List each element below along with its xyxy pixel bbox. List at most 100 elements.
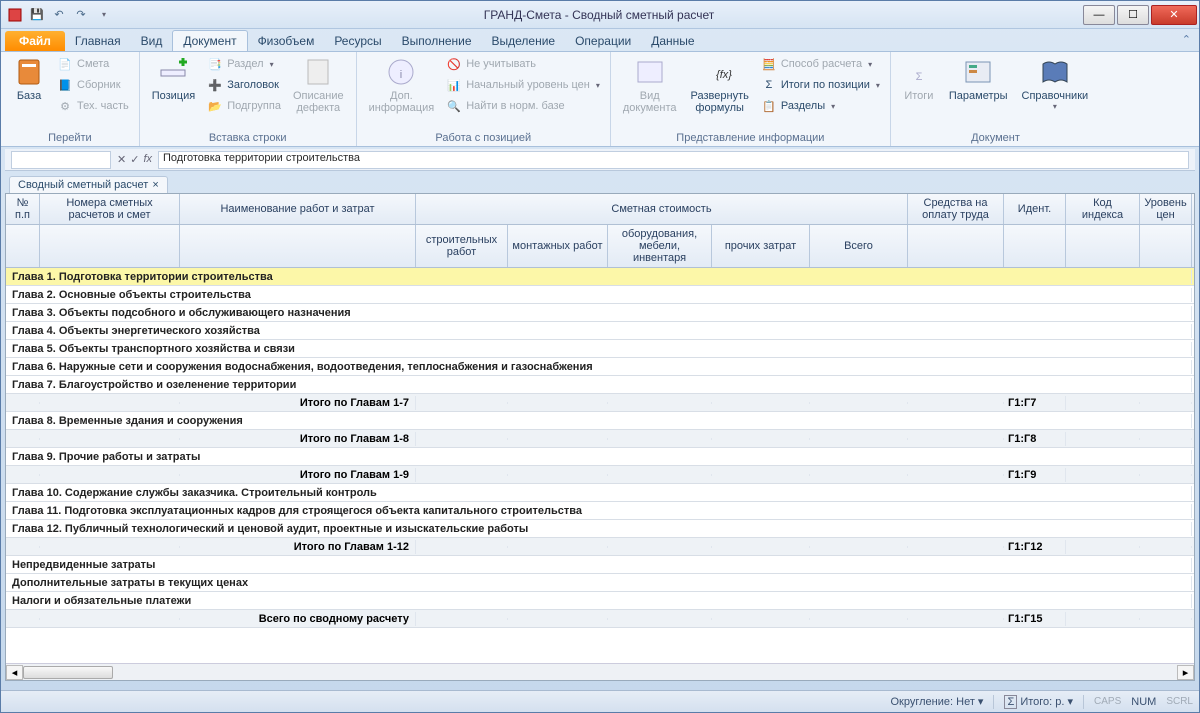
svg-text:Σ: Σ xyxy=(915,71,922,83)
viddok-button[interactable]: Вид документа xyxy=(617,54,683,116)
col-urov[interactable]: Уровень цен xyxy=(1140,194,1192,224)
neuchityvat-button[interactable]: 🚫Не учитывать xyxy=(442,54,604,74)
ribbon-tab[interactable]: Физобъем xyxy=(248,31,325,51)
close-tab-icon[interactable]: × xyxy=(152,179,158,191)
status-rounding[interactable]: Округление: Нет ▾ xyxy=(891,695,984,708)
totals-icon: Σ xyxy=(903,56,935,88)
table-row[interactable]: Налоги и обязательные платежи xyxy=(6,592,1194,610)
col-obor[interactable]: оборудования, мебели, инвентаря xyxy=(608,225,712,267)
scroll-thumb[interactable] xyxy=(23,666,113,679)
table-row[interactable]: Итого по Главам 1-7Г1:Г7 xyxy=(6,394,1194,412)
qat-customize-icon[interactable] xyxy=(93,5,113,25)
horizontal-scrollbar[interactable]: ◂ ▸ xyxy=(6,663,1194,680)
col-kod[interactable]: Код индекса xyxy=(1066,194,1140,224)
zagolovok-button[interactable]: ➕Заголовок xyxy=(203,75,285,95)
table-row[interactable]: Глава 10. Содержание службы заказчика. С… xyxy=(6,484,1194,502)
col-mont[interactable]: монтажных работ xyxy=(508,225,608,267)
ribbon-group-insert: Позиция 📑Раздел ➕Заголовок 📂Подгруппа Оп… xyxy=(140,52,357,146)
fx-bar-icon[interactable]: fx xyxy=(143,153,152,166)
maximize-button[interactable]: ☐ xyxy=(1117,5,1149,25)
table-row[interactable]: Всего по сводному расчетуГ1:Г15 xyxy=(6,610,1194,628)
table-row[interactable]: Глава 2. Основные объекты строительства xyxy=(6,286,1194,304)
table-row[interactable]: Дополнительные затраты в текущих ценах xyxy=(6,574,1194,592)
qat-redo-icon[interactable]: ↷ xyxy=(71,5,91,25)
smeta-button[interactable]: 📄Смета xyxy=(53,54,133,74)
col-ident[interactable]: Идент. xyxy=(1004,194,1066,224)
podgruppa-button[interactable]: 📂Подгруппа xyxy=(203,96,285,116)
app-icon[interactable] xyxy=(5,5,25,25)
ribbon-tab[interactable]: Главная xyxy=(65,31,131,51)
col-vseg[interactable]: Всего xyxy=(810,225,908,267)
table-row[interactable]: Глава 8. Временные здания и сооружения xyxy=(6,412,1194,430)
ribbon-tab[interactable]: Ресурсы xyxy=(324,31,391,51)
ribbon-group-view: Вид документа {fx} Развернуть формулы 🧮С… xyxy=(611,52,891,146)
table-row[interactable]: Глава 12. Публичный технологический и це… xyxy=(6,520,1194,538)
table-row[interactable]: Итого по Главам 1-12Г1:Г12 xyxy=(6,538,1194,556)
file-tab[interactable]: Файл xyxy=(5,31,65,51)
minimize-button[interactable]: — xyxy=(1083,5,1115,25)
baza-button[interactable]: База xyxy=(7,54,51,104)
poziciya-button[interactable]: Позиция xyxy=(146,54,202,104)
table-row[interactable]: Глава 4. Объекты энергетического хозяйст… xyxy=(6,322,1194,340)
exclude-icon: 🚫 xyxy=(446,56,462,72)
col-cost-group[interactable]: Сметная стоимость xyxy=(416,194,908,224)
table-row[interactable]: Глава 6. Наружные сети и сооружения водо… xyxy=(6,358,1194,376)
itogipoz-button[interactable]: ΣИтоги по позиции xyxy=(757,75,884,95)
sbornik-button[interactable]: 📘Сборник xyxy=(53,75,133,95)
ribbon-tab[interactable]: Документ xyxy=(172,30,247,51)
sposob-button[interactable]: 🧮Способ расчета xyxy=(757,54,884,74)
table-row[interactable]: Итого по Главам 1-9Г1:Г9 xyxy=(6,466,1194,484)
col-num[interactable]: Номера сметных расчетов и смет xyxy=(40,194,180,224)
table-row[interactable]: Итого по Главам 1-8Г1:Г8 xyxy=(6,430,1194,448)
doc-tab[interactable]: Сводный сметный расчет × xyxy=(9,176,168,193)
razdely-button[interactable]: 📋Разделы xyxy=(757,96,884,116)
help-icon[interactable]: ⌃ xyxy=(1182,33,1191,46)
ribbon-group-position: i Доп. информация 🚫Не учитывать 📊Начальн… xyxy=(357,52,611,146)
tehchast-button[interactable]: ⚙Тех. часть xyxy=(53,96,133,116)
info-icon: i xyxy=(385,56,417,88)
table-row[interactable]: Глава 9. Прочие работы и затраты xyxy=(6,448,1194,466)
svg-text:i: i xyxy=(400,69,402,81)
ribbon-tab[interactable]: Операции xyxy=(565,31,641,51)
ribbon-tab[interactable]: Вид xyxy=(131,31,173,51)
grid-header-row1: № п.п Номера сметных расчетов и смет Наи… xyxy=(6,194,1194,225)
col-stro[interactable]: строительных работ xyxy=(416,225,508,267)
close-button[interactable]: ✕ xyxy=(1151,5,1197,25)
itogi-button[interactable]: Σ Итоги xyxy=(897,54,941,104)
parametry-button[interactable]: Параметры xyxy=(943,54,1014,104)
table-row[interactable]: Глава 11. Подготовка эксплуатационных ка… xyxy=(6,502,1194,520)
cancel-icon[interactable]: ✕ xyxy=(117,153,126,166)
formula-input[interactable]: Подготовка территории строительства xyxy=(158,151,1189,169)
doc-icon: 📄 xyxy=(57,56,73,72)
grid-body[interactable]: Глава 1. Подготовка территории строитель… xyxy=(6,268,1194,663)
qat-undo-icon[interactable]: ↶ xyxy=(49,5,69,25)
ribbon-tabs: Файл ГлавнаяВидДокументФизобъемРесурсыВы… xyxy=(1,29,1199,51)
ribbon-tab[interactable]: Выделение xyxy=(482,31,566,51)
razvernut-button[interactable]: {fx} Развернуть формулы xyxy=(685,54,755,116)
database-icon xyxy=(13,56,45,88)
nachuroven-button[interactable]: 📊Начальный уровень цен xyxy=(442,75,604,95)
qat-save-icon[interactable]: 💾 xyxy=(27,5,47,25)
name-box[interactable] xyxy=(11,151,111,169)
spravochniki-button[interactable]: Справочники ▾ xyxy=(1016,54,1095,113)
scroll-right-icon[interactable]: ▸ xyxy=(1177,665,1194,680)
col-proc[interactable]: прочих затрат xyxy=(712,225,810,267)
table-row[interactable]: Непредвиденные затраты xyxy=(6,556,1194,574)
table-row[interactable]: Глава 7. Благоустройство и озеленение те… xyxy=(6,376,1194,394)
col-name[interactable]: Наименование работ и затрат xyxy=(180,194,416,224)
ribbon-tab[interactable]: Данные xyxy=(641,31,704,51)
col-sred[interactable]: Средства на оплату труда xyxy=(908,194,1004,224)
scroll-left-icon[interactable]: ◂ xyxy=(6,665,23,680)
col-np[interactable]: № п.п xyxy=(6,194,40,224)
opisanie-button[interactable]: Описание дефекта xyxy=(287,54,350,116)
ribbon-tab[interactable]: Выполнение xyxy=(392,31,482,51)
table-row[interactable]: Глава 3. Объекты подсобного и обслуживаю… xyxy=(6,304,1194,322)
razdel-button[interactable]: 📑Раздел xyxy=(203,54,285,74)
table-row[interactable]: Глава 5. Объекты транспортного хозяйства… xyxy=(6,340,1194,358)
scroll-track[interactable] xyxy=(23,665,1177,680)
najti-button[interactable]: 🔍Найти в норм. базе xyxy=(442,96,604,116)
dopinfo-button[interactable]: i Доп. информация xyxy=(363,54,441,116)
table-row[interactable]: Глава 1. Подготовка территории строитель… xyxy=(6,268,1194,286)
accept-icon[interactable]: ✓ xyxy=(130,153,139,166)
status-total[interactable]: Σ Итого: р. ▾ xyxy=(1004,695,1073,708)
